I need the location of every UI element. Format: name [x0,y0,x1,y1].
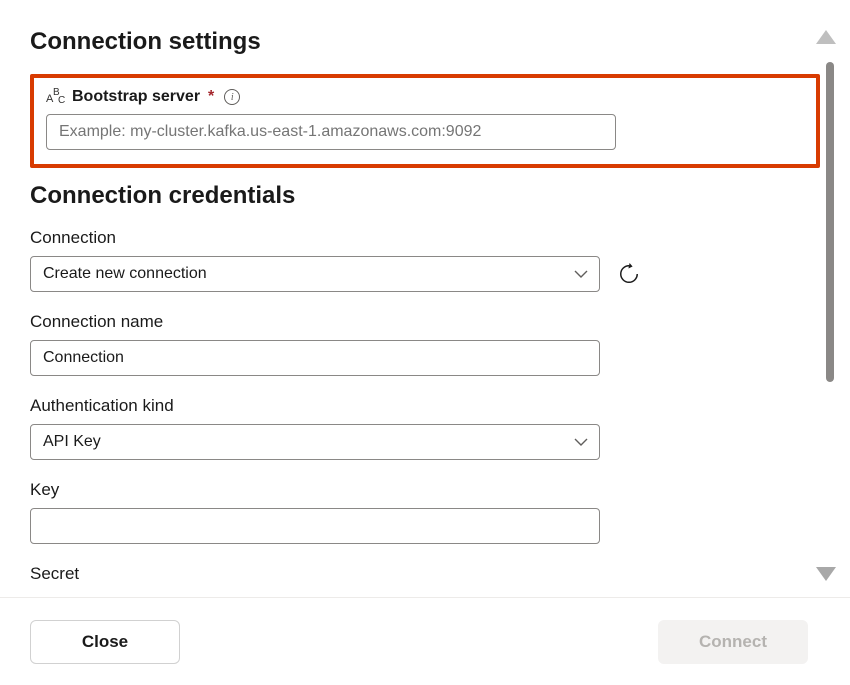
authentication-kind-field: Authentication kind [30,396,820,460]
secret-label: Secret [30,564,820,580]
key-label: Key [30,480,820,500]
info-icon[interactable]: i [224,89,240,105]
connection-settings-heading: Connection settings [30,28,820,56]
key-input[interactable] [30,508,600,544]
scroll-up-arrow-icon[interactable] [816,30,836,44]
authentication-kind-label: Authentication kind [30,396,820,416]
scroll-down-arrow-icon[interactable] [816,567,836,581]
refresh-icon[interactable] [618,263,640,285]
bootstrap-server-label: Bootstrap server [72,88,200,106]
dialog-body: Connection settings B Bootstrap server *… [0,0,850,580]
dialog-footer: Close Connect [0,597,850,685]
connection-select[interactable] [30,256,600,292]
connection-name-input[interactable] [30,340,600,376]
key-field: Key [30,480,820,544]
bootstrap-server-input[interactable] [46,114,616,150]
authentication-kind-select[interactable] [30,424,600,460]
connection-name-field: Connection name [30,312,820,376]
text-type-icon: B [46,89,66,105]
secret-field: Secret [30,564,820,580]
connection-label: Connection [30,228,820,248]
scrollbar-thumb[interactable] [826,62,834,382]
connection-field: Connection [30,228,820,292]
bootstrap-server-highlight: B Bootstrap server * i [30,74,820,168]
bootstrap-server-label-row: B Bootstrap server * i [46,88,804,106]
required-asterisk: * [208,88,214,106]
connection-credentials-heading: Connection credentials [30,182,820,210]
connection-name-label: Connection name [30,312,820,332]
close-button[interactable]: Close [30,620,180,664]
connect-button[interactable]: Connect [658,620,808,664]
